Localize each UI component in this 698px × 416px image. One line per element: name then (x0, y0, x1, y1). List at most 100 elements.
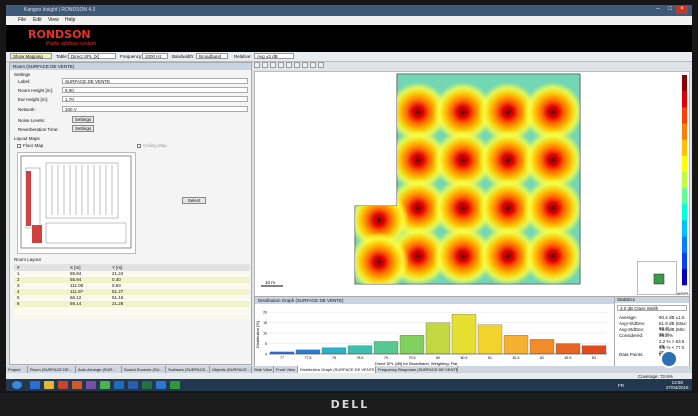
statistics-title: Statistics (615, 297, 689, 303)
room-height-input[interactable]: 6.00 (62, 87, 248, 93)
language-indicator[interactable]: FR (618, 383, 624, 388)
speaker-icon[interactable] (416, 110, 420, 114)
distribution-bar[interactable] (399, 335, 425, 355)
speaker-icon[interactable] (506, 206, 510, 210)
excel-icon[interactable] (142, 381, 152, 389)
zoom-out-icon[interactable] (278, 62, 284, 68)
ear-height-input[interactable]: 1.70 (62, 96, 248, 102)
explorer-icon[interactable] (44, 381, 54, 389)
tab-surfaces[interactable]: Surfaces (SURFACE... (166, 366, 210, 373)
fit-view-icon[interactable] (310, 62, 316, 68)
bandwidth-select[interactable]: Broadband (196, 53, 228, 59)
word-icon[interactable] (128, 381, 138, 389)
distribution-bar[interactable] (269, 351, 295, 355)
powerpoint-icon[interactable] (72, 381, 82, 389)
outlook-icon-2[interactable] (156, 381, 166, 389)
distribution-bar[interactable] (529, 339, 555, 355)
speaker-icon[interactable] (506, 158, 510, 162)
class-width-select[interactable]: 3.0 dB Class Width (617, 305, 687, 311)
overview-map[interactable] (637, 261, 677, 295)
distribution-bar[interactable] (373, 341, 399, 355)
speaker-icon[interactable] (377, 218, 381, 222)
speaker-icon[interactable] (461, 158, 465, 162)
maximize-icon[interactable]: □ (664, 6, 676, 14)
speaker-icon[interactable] (461, 206, 465, 210)
outlook-icon[interactable] (114, 381, 124, 389)
tab-distribution-graph[interactable]: Distribution Graph (SURFACE DE VENTE) (298, 366, 376, 373)
speaker-icon[interactable] (506, 110, 510, 114)
minimize-icon[interactable]: – (652, 6, 664, 14)
menu-help[interactable]: Help (65, 17, 75, 23)
speaker-icon[interactable] (551, 254, 555, 258)
menu-edit[interactable]: Edit (33, 17, 42, 23)
brand-logo: RONDSON (28, 28, 91, 41)
stat-label: Avg-StdDev: (619, 327, 645, 332)
speaker-icon[interactable] (551, 158, 555, 162)
frequency-select[interactable]: 1000 Hz (142, 53, 168, 59)
coverage-heatmap: 10 m (261, 73, 581, 287)
menu-file[interactable]: File (18, 17, 26, 23)
speaker-icon[interactable] (551, 110, 555, 114)
floor-map-checkbox[interactable] (17, 144, 21, 148)
distribution-bar[interactable] (451, 314, 477, 355)
label-input[interactable]: SURFACE DE VENTE (62, 78, 248, 84)
layers-icon[interactable] (318, 62, 324, 68)
distribution-bar[interactable] (425, 322, 451, 355)
speaker-icon[interactable] (294, 62, 300, 68)
distribution-bar[interactable] (295, 349, 321, 355)
clock[interactable]: 13:58 27/04/2018 (666, 380, 689, 390)
scale-label: 10 m (265, 280, 275, 285)
distribution-bar[interactable] (477, 324, 503, 355)
ie-icon[interactable] (30, 381, 40, 389)
zoom-in-icon[interactable] (270, 62, 276, 68)
network-label: Network: (18, 107, 36, 112)
close-icon[interactable]: × (676, 6, 688, 14)
distribution-bar[interactable] (503, 335, 529, 355)
speaker-icon[interactable] (416, 254, 420, 258)
scale-bar: 10 m (261, 280, 283, 287)
tab-front-view[interactable]: Front View (274, 366, 298, 373)
distribution-bar[interactable] (555, 343, 581, 355)
measure-icon[interactable] (286, 62, 292, 68)
speaker-icon[interactable] (416, 206, 420, 210)
tab-objects[interactable]: Objects (SURFACE... (210, 366, 252, 373)
tab-sound-sources[interactable]: Sound Sources (SU... (122, 366, 166, 373)
distribution-bar[interactable] (347, 345, 373, 355)
tab-auto-arrange[interactable]: Auto Arrange (SUR... (76, 366, 122, 373)
tab-room[interactable]: Room (SURFACE DE... (28, 366, 76, 373)
acrobat-icon[interactable] (58, 381, 68, 389)
tab-project[interactable]: Project (6, 366, 28, 373)
reverb-settings-button[interactable]: Settings (72, 125, 94, 132)
media-icon[interactable] (86, 381, 96, 389)
table-row[interactable]: 6 66.14 21.28 (14, 301, 250, 307)
speaker-icon[interactable] (461, 110, 465, 114)
distribution-bar[interactable] (581, 345, 607, 355)
coverage-map-view[interactable]: 10 m (254, 71, 690, 297)
pan-tool-icon[interactable] (262, 62, 268, 68)
relative-select[interactable]: Avg ±3 dB (254, 53, 294, 59)
speaker-icon[interactable] (551, 206, 555, 210)
tab-side-view[interactable]: Side View (252, 366, 274, 373)
tab-frequency-response[interactable]: Frequency Response (SURFACE DE VENTE) (376, 366, 458, 373)
start-icon[interactable] (12, 381, 22, 389)
speaker-icon[interactable] (377, 260, 381, 264)
grid-icon[interactable] (302, 62, 308, 68)
stat-label: Average: (619, 315, 637, 320)
menu-view[interactable]: View (48, 17, 59, 23)
chrome-icon[interactable] (100, 381, 110, 389)
show-mapping-button[interactable]: Show Mapping (10, 53, 52, 59)
select-map-button[interactable]: Select (182, 197, 206, 204)
network-select[interactable]: 100 V (62, 106, 248, 112)
select-tool-icon[interactable] (254, 62, 260, 68)
distribution-bar[interactable] (321, 347, 347, 355)
distribution-graph-panel: Distribution Graph (SURFACE DE VENTE) Di… (254, 296, 616, 368)
ceiling-map-checkbox[interactable] (137, 144, 141, 148)
speaker-icon[interactable] (506, 254, 510, 258)
table-select[interactable]: Direct SPL [X] (68, 53, 116, 59)
speaker-icon[interactable] (416, 158, 420, 162)
noise-settings-button[interactable]: Settings (72, 116, 94, 123)
speaker-icon[interactable] (461, 254, 465, 258)
label-label: Label: (18, 79, 31, 84)
kangoo-app-icon[interactable] (170, 381, 180, 389)
distribution-graph-title: Distribution Graph (SURFACE DE VENTE) (255, 297, 615, 304)
